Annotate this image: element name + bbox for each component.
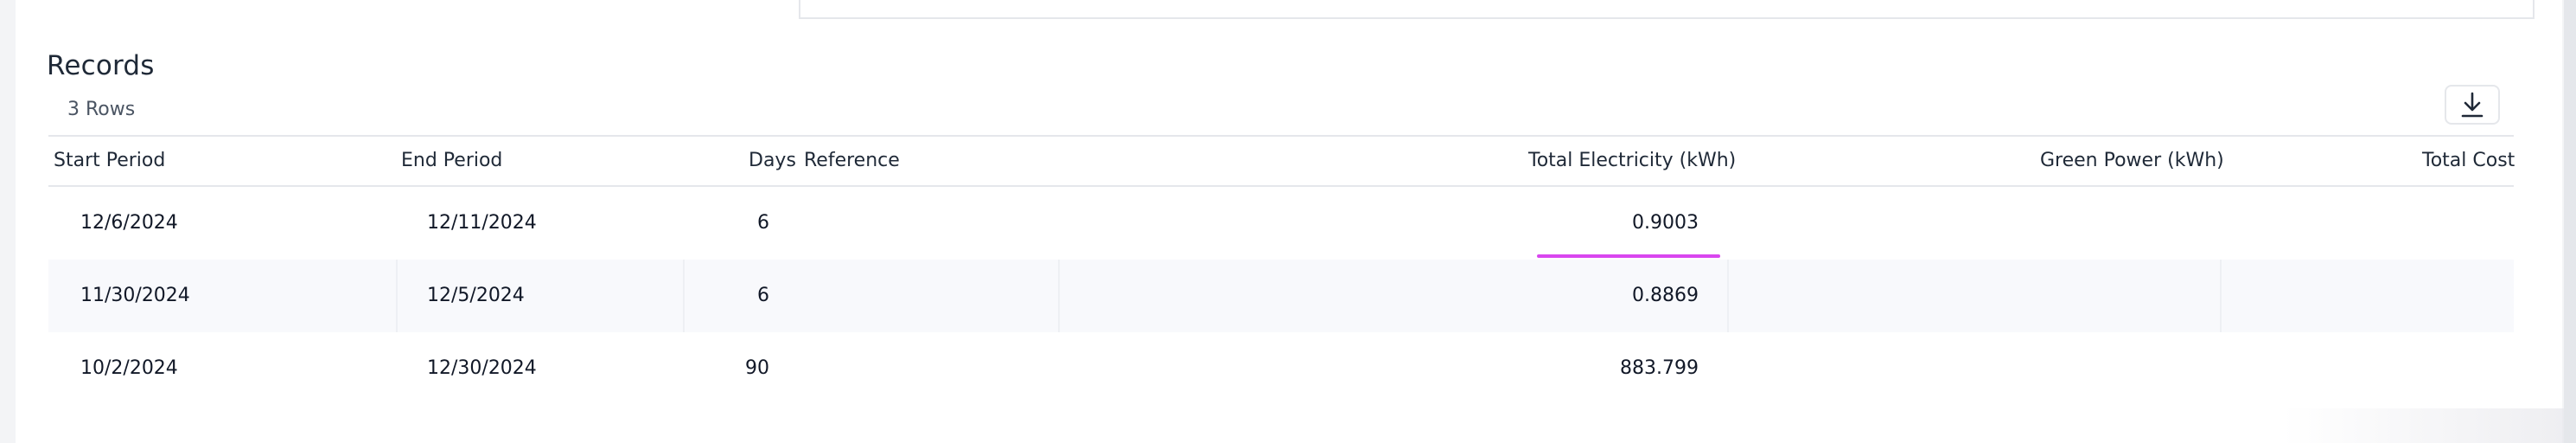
left-gutter — [0, 0, 16, 443]
cell-total-electricity: 0.8869 — [1632, 285, 1699, 306]
page: Records 3 Rows Start Period End Period D… — [0, 0, 2576, 443]
table-header: Start Period End Period Days Reference T… — [48, 135, 2515, 187]
column-header-start-period[interactable]: Start Period — [54, 137, 165, 185]
cell-total-electricity: 883.799 — [1620, 357, 1699, 379]
table-row[interactable]: 10/2/2024 12/30/2024 90 883.799 — [48, 332, 2514, 405]
column-divider — [1727, 260, 1729, 332]
cell-start-period: 11/30/2024 — [80, 285, 190, 306]
download-button[interactable] — [2445, 85, 2500, 125]
table-row[interactable]: 11/30/2024 12/5/2024 6 0.8869 — [48, 260, 2514, 332]
row-count: 3 Rows — [67, 99, 136, 120]
cell-days: 6 — [757, 212, 769, 234]
column-header-green-power[interactable]: Green Power (kWh) — [2040, 137, 2224, 185]
column-divider — [396, 260, 398, 332]
column-header-reference[interactable]: Reference — [804, 137, 900, 185]
download-icon — [2461, 92, 2484, 118]
column-header-end-period[interactable]: End Period — [401, 137, 502, 185]
column-header-total-electricity[interactable]: Total Electricity (kWh) — [1528, 137, 1736, 185]
cell-days: 6 — [757, 285, 769, 306]
column-header-days[interactable]: Days — [749, 137, 796, 185]
column-divider — [2220, 260, 2222, 332]
cell-start-period: 12/6/2024 — [80, 212, 178, 234]
top-panel-bottom-edge — [799, 0, 2535, 19]
column-header-total-cost[interactable]: Total Cost — [2422, 137, 2515, 185]
table-row[interactable]: 12/6/2024 12/11/2024 6 0.9003 — [48, 187, 2514, 260]
records-title: Records — [47, 50, 155, 81]
records-table: Start Period End Period Days Reference T… — [48, 135, 2515, 405]
cell-days: 90 — [745, 357, 769, 379]
cell-end-period: 12/30/2024 — [427, 357, 537, 379]
cell-start-period: 10/2/2024 — [80, 357, 178, 379]
column-divider — [683, 260, 685, 332]
focus-underline — [1537, 254, 1720, 258]
cell-end-period: 12/5/2024 — [427, 285, 525, 306]
cell-end-period: 12/11/2024 — [427, 212, 537, 234]
corner-shadow — [2282, 408, 2576, 443]
column-divider — [1058, 260, 1060, 332]
scrollbar-track[interactable] — [2564, 0, 2576, 443]
cell-total-electricity: 0.9003 — [1632, 212, 1699, 234]
